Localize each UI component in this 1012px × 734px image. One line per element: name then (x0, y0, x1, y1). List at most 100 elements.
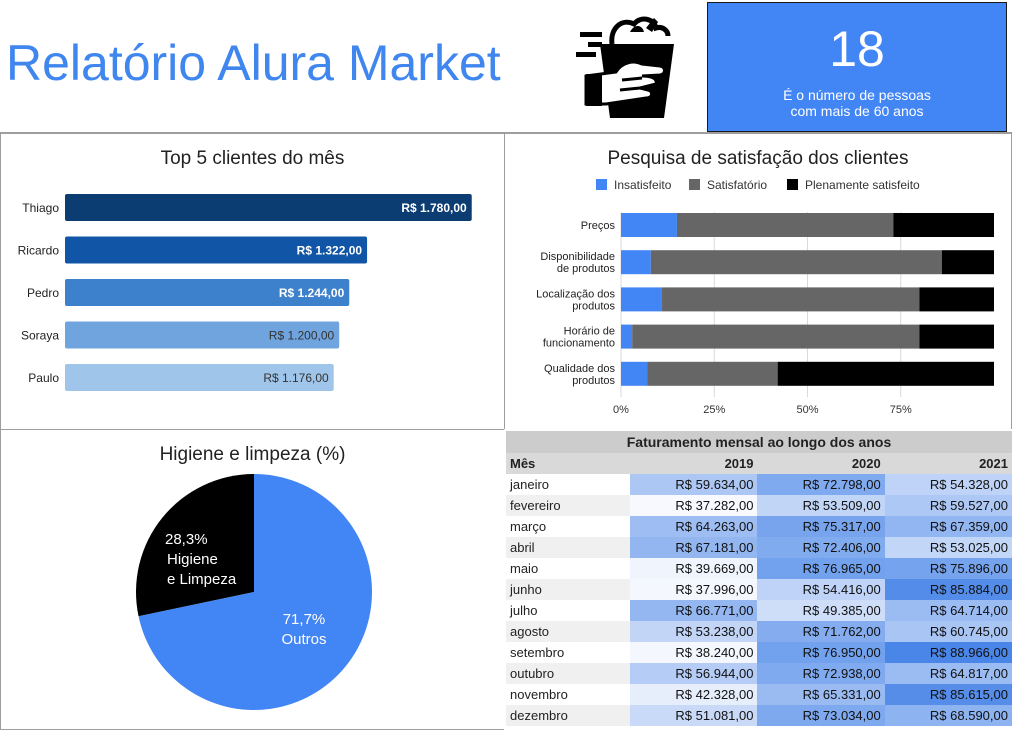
month-cell: julho (506, 600, 631, 621)
table-row: maio R$ 39.669,00 R$ 76.965,00 R$ 75.896,00 (506, 558, 1012, 579)
survey-bar-segment (893, 213, 994, 237)
revenue-cell: R$ 76.950,00 (757, 642, 885, 663)
revenue-cell: R$ 37.282,00 (630, 495, 758, 516)
top-clients-bar-chart: Thiago R$ 1.780,00 Ricardo R$ 1.322,00 Pedro… (18, 194, 472, 391)
revenue-cell: R$ 49.385,00 (757, 600, 885, 621)
month-cell: março (506, 516, 631, 537)
data-label: R$ 1.200,00 (269, 329, 335, 343)
survey-bar-segment (647, 361, 778, 386)
month-cell: abril (506, 537, 631, 558)
column-header: 2019 (724, 456, 754, 471)
column-header: 2020 (851, 456, 881, 471)
senior-count-card: 18 É o número de pessoas com mais de 60 … (707, 2, 1007, 132)
revenue-cell: R$ 37.996,00 (630, 579, 758, 600)
satisfaction-chart-panel: Pesquisa de satisfação dos clientes Insa… (504, 133, 1012, 430)
month-cell: agosto (506, 621, 631, 642)
revenue-cell: R$ 88.966,00 (884, 642, 1012, 663)
legend-swatch (787, 179, 798, 190)
table-row: fevereiro R$ 37.282,00 R$ 53.509,00 R$ 59.5… (506, 495, 1012, 516)
category-label: Pedro (27, 286, 59, 300)
survey-bar-segment (621, 287, 663, 312)
survey-bar-segment (632, 324, 920, 349)
x-tick-label: 50% (796, 404, 818, 416)
revenue-cell: R$ 39.669,00 (630, 558, 758, 579)
category-label: Preços (581, 220, 616, 232)
category-label: Ricardo (18, 244, 60, 258)
revenue-cell: R$ 64.263,00 (630, 516, 758, 537)
revenue-cell: R$ 60.745,00 (884, 621, 1012, 642)
revenue-cell: R$ 53.238,00 (630, 621, 758, 642)
revenue-cell: R$ 64.714,00 (884, 600, 1012, 621)
survey-bar-segment (621, 213, 677, 237)
table-row: abril R$ 67.181,00 R$ 72.406,00 R$ 53.025,0… (506, 537, 1012, 558)
month-cell: outubro (506, 663, 631, 684)
data-label: R$ 1.322,00 (297, 244, 363, 258)
revenue-cell: R$ 66.771,00 (630, 600, 758, 621)
monthly-revenue-panel: Faturamento mensal ao longo dos anos Mês… (504, 429, 1012, 730)
table-row: junho R$ 37.996,00 R$ 54.416,00 R$ 85.884,0… (506, 579, 1012, 600)
revenue-cell: R$ 85.884,00 (884, 579, 1012, 600)
table-row: janeiro R$ 59.634,00 R$ 72.798,00 R$ 54.328… (506, 474, 1012, 495)
page-title: Relatório Alura Market (6, 35, 501, 91)
satisfaction-stacked-bar-chart: Insatisfeito Satisfatório Plenamente satis… (536, 178, 994, 416)
table-row: julho R$ 66.771,00 R$ 49.385,00 R$ 64.714,0… (506, 600, 1012, 621)
revenue-cell: R$ 59.634,00 (630, 474, 758, 495)
revenue-cell: R$ 67.181,00 (630, 537, 758, 558)
survey-bar-segment (941, 250, 994, 275)
survey-bar-segment (621, 324, 633, 349)
revenue-cell: R$ 75.896,00 (884, 558, 1012, 579)
monthly-revenue-table: Faturamento mensal ao longo dos anos Mês… (506, 431, 1012, 726)
top-clients-chart-panel: Top 5 clientes do mês Thiago R$ 1.780,00 R… (0, 133, 505, 430)
survey-bar-segment (777, 361, 994, 386)
legend-swatch (689, 179, 700, 190)
category-label: Horário de funcionamento (543, 326, 615, 350)
top-clients-title: Top 5 clientes do mês (160, 148, 345, 169)
month-cell: fevereiro (506, 495, 631, 516)
satisfaction-title: Pesquisa de satisfação dos clientes (607, 148, 909, 169)
shopping-bag-icon (576, 16, 674, 118)
revenue-cell: R$ 56.944,00 (630, 663, 758, 684)
revenue-cell: R$ 75.317,00 (757, 516, 885, 537)
kpi-caption: É o número de pessoas com mais de 60 ano… (783, 87, 931, 119)
column-header: 2021 (979, 456, 1008, 471)
month-cell: junho (506, 579, 631, 600)
revenue-cell: R$ 72.938,00 (757, 663, 885, 684)
revenue-cell: R$ 53.509,00 (757, 495, 885, 516)
table-row: outubro R$ 56.944,00 R$ 72.938,00 R$ 64.817… (506, 663, 1012, 684)
survey-bar-segment (650, 250, 942, 275)
revenue-cell: R$ 76.965,00 (757, 558, 885, 579)
category-label: Qualidade dos produtos (544, 363, 615, 387)
category-label: Thiago (22, 201, 59, 215)
table-row: dezembro R$ 51.081,00 R$ 73.034,00 R$ 68.59… (506, 705, 1012, 726)
survey-bar-segment (919, 324, 994, 349)
legend-label: Insatisfeito (614, 178, 672, 192)
table-title: Faturamento mensal ao longo dos anos (506, 431, 1012, 453)
revenue-cell: R$ 65.331,00 (757, 684, 885, 705)
survey-bar-segment (621, 250, 651, 275)
revenue-cell: R$ 72.406,00 (757, 537, 885, 558)
table-row: setembro R$ 38.240,00 R$ 76.950,00 R$ 88.96… (506, 642, 1012, 663)
revenue-cell: R$ 73.034,00 (757, 705, 885, 726)
survey-bar-segment (662, 287, 920, 312)
revenue-cell: R$ 42.328,00 (630, 684, 758, 705)
kpi-value: 18 (829, 21, 885, 77)
legend-label: Satisfatório (707, 178, 767, 192)
revenue-cell: R$ 54.416,00 (757, 579, 885, 600)
column-header: Mês (510, 456, 536, 471)
data-label: R$ 1.780,00 (401, 201, 467, 215)
month-cell: janeiro (506, 474, 631, 495)
revenue-cell: R$ 53.025,00 (884, 537, 1012, 558)
hygiene-pie-panel: Higiene e limpeza (%) 28,3% Higiene e Limp… (0, 429, 505, 730)
table-row: novembro R$ 42.328,00 R$ 65.331,00 R$ 85.61… (506, 684, 1012, 705)
table-header-row: Mês 2019 2020 2021 (506, 453, 1012, 474)
survey-bar-segment (919, 287, 994, 312)
revenue-cell: R$ 64.817,00 (884, 663, 1012, 684)
data-label: R$ 1.176,00 (263, 371, 329, 385)
revenue-cell: R$ 85.615,00 (884, 684, 1012, 705)
data-label: R$ 1.244,00 (279, 286, 345, 300)
revenue-cell: R$ 51.081,00 (630, 705, 758, 726)
category-label: Soraya (21, 329, 59, 343)
revenue-cell: R$ 67.359,00 (884, 516, 1012, 537)
month-cell: dezembro (506, 705, 631, 726)
category-label: Disponibilidade de produtos (540, 251, 615, 275)
